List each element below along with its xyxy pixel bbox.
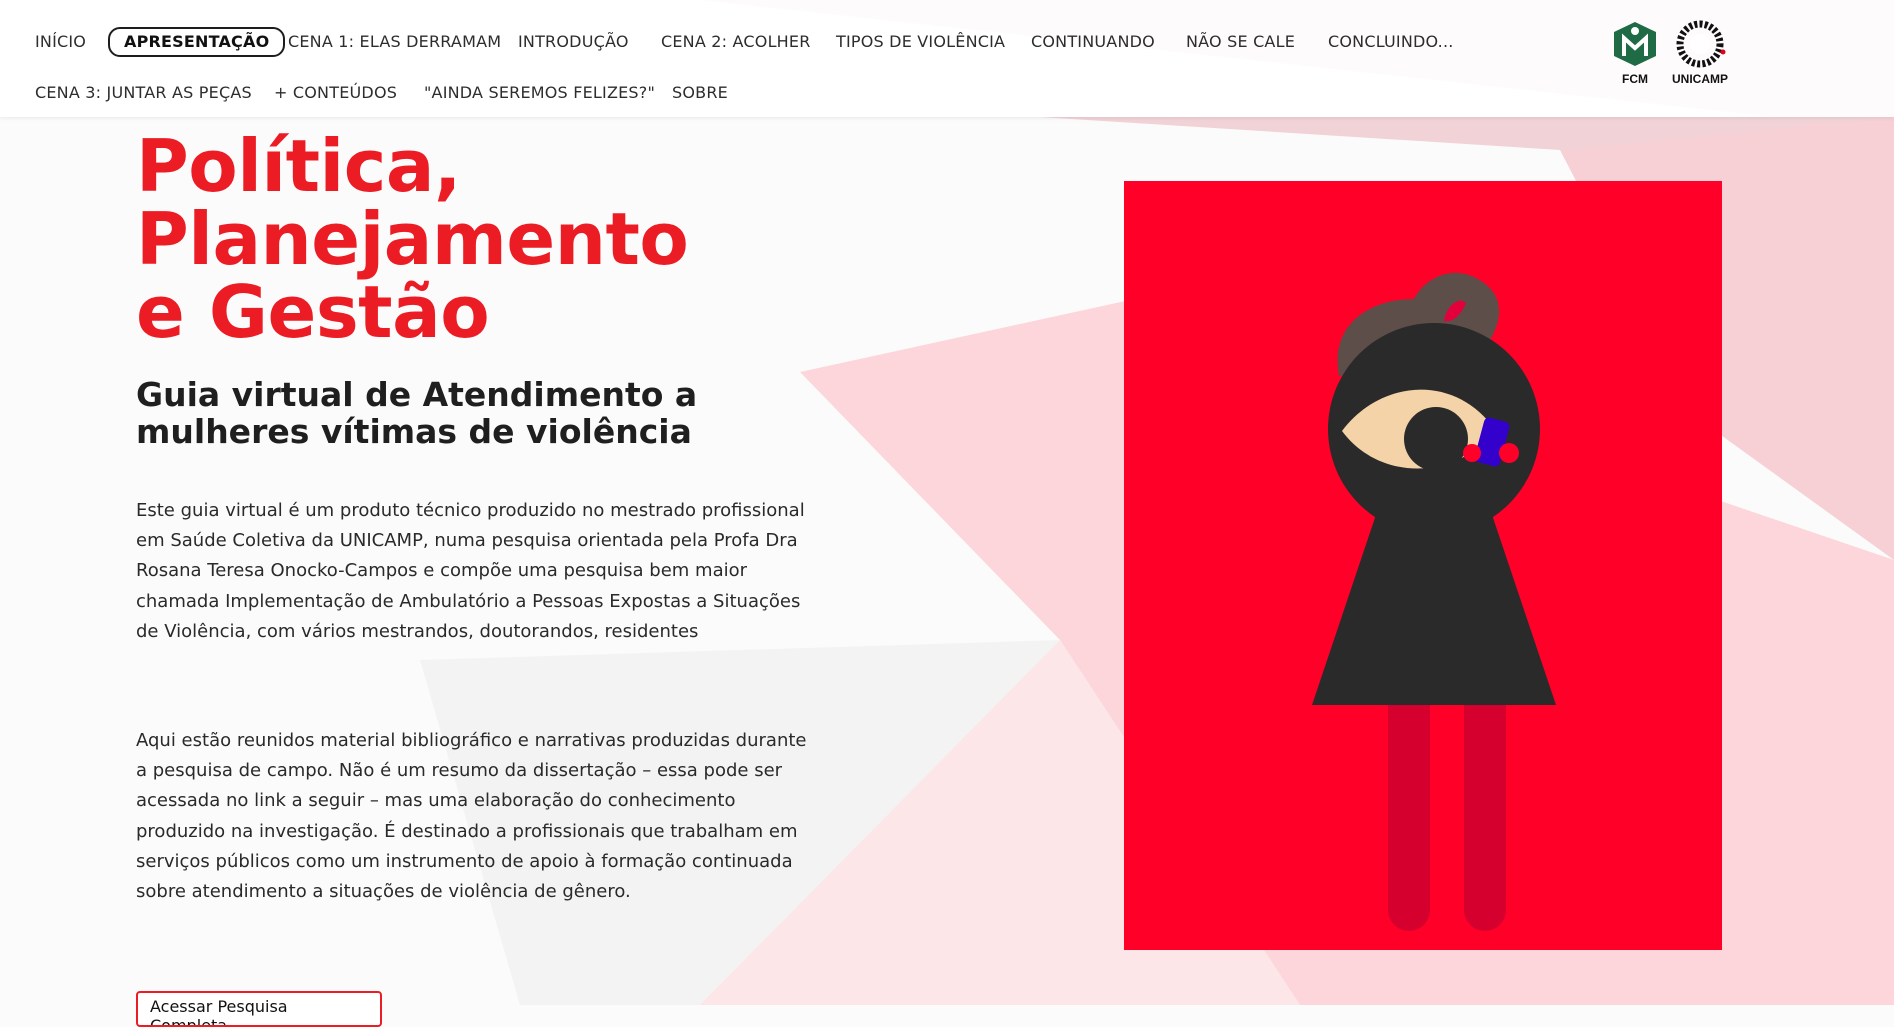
intro-paragraph: Este guia virtual é um produto técnico p…	[136, 500, 805, 642]
unicamp-logo-icon	[1676, 20, 1726, 68]
nav-item-sobre[interactable]: SOBRE	[672, 83, 728, 103]
page-title: Política, Planejamento e Gestão	[136, 130, 776, 349]
woman-with-phone-illustration	[1124, 181, 1722, 950]
title-line: e Gestão	[136, 270, 490, 354]
fcm-logo-text: FCM	[1622, 72, 1648, 86]
nav-item-inicio[interactable]: INÍCIO	[35, 32, 86, 52]
nav-item-cena-1[interactable]: CENA 1: ELAS DERRAMAM	[288, 32, 501, 52]
page-subtitle: Guia virtual de Atendimento a mulheres v…	[136, 376, 776, 450]
nav-item-cena-2[interactable]: CENA 2: ACOLHER	[661, 32, 811, 52]
fcm-logo[interactable]: FCM	[1610, 20, 1660, 86]
nav-item-introducao[interactable]: INTRODUÇÃO	[518, 32, 629, 52]
description-paragraph: Aqui estão reunidos material bibliográfi…	[136, 730, 807, 903]
access-research-button[interactable]: Acessar Pesquisa Completa	[136, 991, 382, 1027]
nav-item-apresentacao[interactable]: APRESENTAÇÃO	[108, 27, 286, 57]
subtitle-line: Guia virtual de Atendimento a	[136, 375, 698, 414]
nav-item-continuando[interactable]: CONTINUANDO	[1031, 32, 1155, 52]
title-line: Planejamento	[136, 197, 689, 281]
nav-item-concluindo[interactable]: CONCLUINDO...	[1328, 32, 1454, 52]
nav-item-nao-se-cale[interactable]: NÃO SE CALE	[1186, 32, 1295, 52]
title-line: Política,	[136, 124, 461, 208]
fcm-logo-icon	[1614, 22, 1656, 66]
nav-item-tipos-de-violencia[interactable]: TIPOS DE VIOLÊNCIA	[836, 32, 1005, 52]
subtitle-line: mulheres vítimas de violência	[136, 412, 692, 451]
nav-item-cena-3[interactable]: CENA 3: JUNTAR AS PEÇAS	[35, 83, 252, 103]
nav-item-mais-conteudos[interactable]: + CONTEÚDOS	[274, 83, 397, 103]
unicamp-logo-text: UNICAMP	[1672, 72, 1728, 86]
nav-item-ainda-seremos-felizes[interactable]: "AINDA SEREMOS FELIZES?"	[424, 83, 655, 103]
unicamp-logo[interactable]: UNICAMP	[1666, 20, 1734, 86]
